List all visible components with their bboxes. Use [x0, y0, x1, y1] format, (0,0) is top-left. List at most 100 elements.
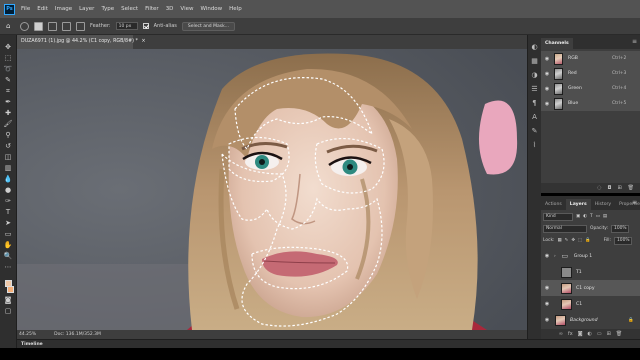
opacity-input[interactable]: 100% — [611, 224, 630, 233]
tab-channels[interactable]: Channels — [541, 38, 573, 49]
menu-image[interactable]: Image — [55, 6, 72, 12]
filter-type-icon[interactable]: T — [590, 214, 593, 219]
layer-row-c1-copy[interactable]: ◉ C1 copy — [541, 280, 640, 296]
zoom-level[interactable]: 44.25% — [19, 332, 36, 337]
filter-smart-object-icon[interactable]: ▤ — [603, 214, 607, 219]
character-panel-icon[interactable]: A — [531, 113, 539, 121]
lock-pixels-icon[interactable]: ✎ — [565, 238, 569, 243]
lasso-tool-icon[interactable]: ➰ — [3, 65, 13, 73]
subtract-selection-icon[interactable] — [62, 21, 71, 31]
expand-chevron-icon[interactable]: › — [554, 254, 556, 259]
timeline-panel-tab[interactable]: Timeline — [17, 339, 640, 348]
hand-tool-icon[interactable]: ✋ — [3, 241, 13, 249]
brush-tool-icon[interactable]: 🖌 — [3, 120, 13, 128]
lasso-preset-icon[interactable] — [20, 21, 29, 31]
delete-channel-icon[interactable]: 🗑 — [628, 185, 634, 191]
visibility-eye-icon[interactable]: ◉ — [543, 71, 551, 77]
visibility-eye-icon[interactable]: ◉ — [543, 86, 551, 92]
crop-tool-icon[interactable]: ⌗ — [3, 87, 13, 95]
dodge-tool-icon[interactable]: ● — [3, 186, 13, 194]
libraries-panel-icon[interactable]: ☰ — [531, 85, 539, 93]
antialias-checkbox[interactable] — [142, 23, 149, 29]
paragraph-panel-icon[interactable]: ¶ — [531, 99, 539, 107]
layer-filter-select[interactable]: Kind — [543, 212, 573, 221]
clone-stamp-tool-icon[interactable]: ⚲ — [3, 131, 13, 139]
menu-file[interactable]: File — [21, 6, 30, 12]
delete-layer-icon[interactable]: 🗑 — [616, 331, 622, 337]
menu-window[interactable]: Window — [200, 6, 222, 12]
lock-position-icon[interactable]: ✥ — [571, 238, 575, 243]
menu-filter[interactable]: Filter — [145, 6, 159, 12]
menu-layer[interactable]: Layer — [79, 6, 94, 12]
select-and-mask-button[interactable]: Select and Mask... — [181, 21, 235, 31]
quick-select-tool-icon[interactable]: ✎ — [3, 76, 13, 84]
menu-select[interactable]: Select — [121, 6, 138, 12]
eyedropper-tool-icon[interactable]: ✒ — [3, 98, 13, 106]
close-tab-icon[interactable]: × — [141, 39, 145, 44]
link-layers-icon[interactable]: ∞ — [559, 331, 563, 337]
layer-row-t1[interactable]: T1 — [541, 264, 640, 280]
load-selection-icon[interactable]: ◌ — [597, 185, 601, 191]
menu-edit[interactable]: Edit — [37, 6, 48, 12]
path-selection-tool-icon[interactable]: ➤ — [3, 219, 13, 227]
visibility-eye-icon[interactable]: ◉ — [543, 56, 551, 62]
gradient-tool-icon[interactable]: ▥ — [3, 164, 13, 172]
channel-row-rgb[interactable]: ◉ RGB Ctrl+2 — [541, 51, 640, 66]
fill-input[interactable]: 100% — [614, 236, 633, 245]
healing-brush-tool-icon[interactable]: ✚ — [3, 109, 13, 117]
filter-pixel-icon[interactable]: ▣ — [576, 214, 580, 219]
home-icon[interactable]: ⌂ — [6, 22, 15, 31]
layer-row-group-1[interactable]: ◉ › ▭ Group 1 — [541, 248, 640, 264]
panel-menu-icon[interactable]: ≡ — [632, 199, 637, 206]
doc-size-info[interactable]: Doc: 136.1M/352.3M — [54, 332, 101, 337]
background-color-swatch[interactable] — [7, 286, 14, 293]
document-canvas[interactable] — [17, 49, 527, 330]
channel-row-blue[interactable]: ◉ Blue Ctrl+5 — [541, 96, 640, 111]
layer-style-icon[interactable]: fx — [568, 331, 573, 337]
channel-row-green[interactable]: ◉ Green Ctrl+4 — [541, 81, 640, 96]
rectangle-tool-icon[interactable]: ▭ — [3, 230, 13, 238]
tab-history[interactable]: History — [591, 199, 615, 210]
quick-mask-icon[interactable]: ◙ — [3, 296, 13, 304]
new-selection-icon[interactable] — [34, 21, 43, 31]
blur-tool-icon[interactable]: 💧 — [3, 175, 13, 183]
tab-layers[interactable]: Layers — [565, 199, 591, 210]
visibility-eye-icon[interactable]: ◉ — [543, 101, 551, 107]
filter-shape-icon[interactable]: ▭ — [596, 214, 600, 219]
adjustment-layer-icon[interactable]: ◐ — [588, 331, 592, 337]
blend-mode-select[interactable]: Normal — [543, 224, 587, 233]
layer-row-background[interactable]: ◉ Background 🔒 — [541, 312, 640, 328]
visibility-eye-icon[interactable]: ◉ — [543, 301, 551, 307]
swatches-panel-icon[interactable]: ▦ — [531, 57, 539, 65]
feather-input[interactable]: 10 px — [115, 22, 138, 30]
zoom-tool-icon[interactable]: 🔍 — [3, 252, 13, 260]
add-mask-icon[interactable]: ◙ — [578, 331, 583, 337]
save-selection-icon[interactable]: ◘ — [607, 185, 611, 191]
marquee-tool-icon[interactable]: ⬚ — [3, 54, 13, 62]
menu-help[interactable]: Help — [229, 6, 242, 12]
history-brush-tool-icon[interactable]: ↺ — [3, 142, 13, 150]
lock-all-icon[interactable]: 🔒 — [585, 238, 590, 243]
eraser-tool-icon[interactable]: ◫ — [3, 153, 13, 161]
visibility-eye-icon[interactable]: ◉ — [543, 317, 551, 323]
channel-row-red[interactable]: ◉ Red Ctrl+3 — [541, 66, 640, 81]
color-panel-icon[interactable]: ◐ — [531, 43, 539, 51]
panel-menu-icon[interactable]: ≡ — [632, 38, 637, 45]
layer-row-c1[interactable]: ◉ C1 — [541, 296, 640, 312]
document-tab[interactable]: DUZA6971 (1).jpg @ 44.2% (C1 copy, RGB/8… — [17, 35, 145, 49]
new-group-icon[interactable]: ▭ — [597, 331, 602, 337]
screen-mode-icon[interactable]: ▢ — [3, 307, 13, 315]
lock-artboard-icon[interactable]: ⬚ — [578, 238, 582, 243]
type-tool-icon[interactable]: T — [3, 208, 13, 216]
menu-3d[interactable]: 3D — [166, 6, 174, 12]
add-selection-icon[interactable] — [48, 21, 57, 31]
brush-settings-icon[interactable]: ✎ — [531, 127, 539, 135]
intersect-selection-icon[interactable] — [76, 21, 85, 31]
move-tool-icon[interactable]: ✥ — [3, 43, 13, 51]
menu-view[interactable]: View — [180, 6, 193, 12]
new-channel-icon[interactable]: ⊞ — [617, 185, 621, 191]
filter-adjustment-icon[interactable]: ◐ — [583, 214, 587, 219]
more-tools-icon[interactable]: ⋯ — [3, 263, 13, 271]
pen-tool-icon[interactable]: ✑ — [3, 197, 13, 205]
tab-actions[interactable]: Actions — [541, 199, 566, 210]
